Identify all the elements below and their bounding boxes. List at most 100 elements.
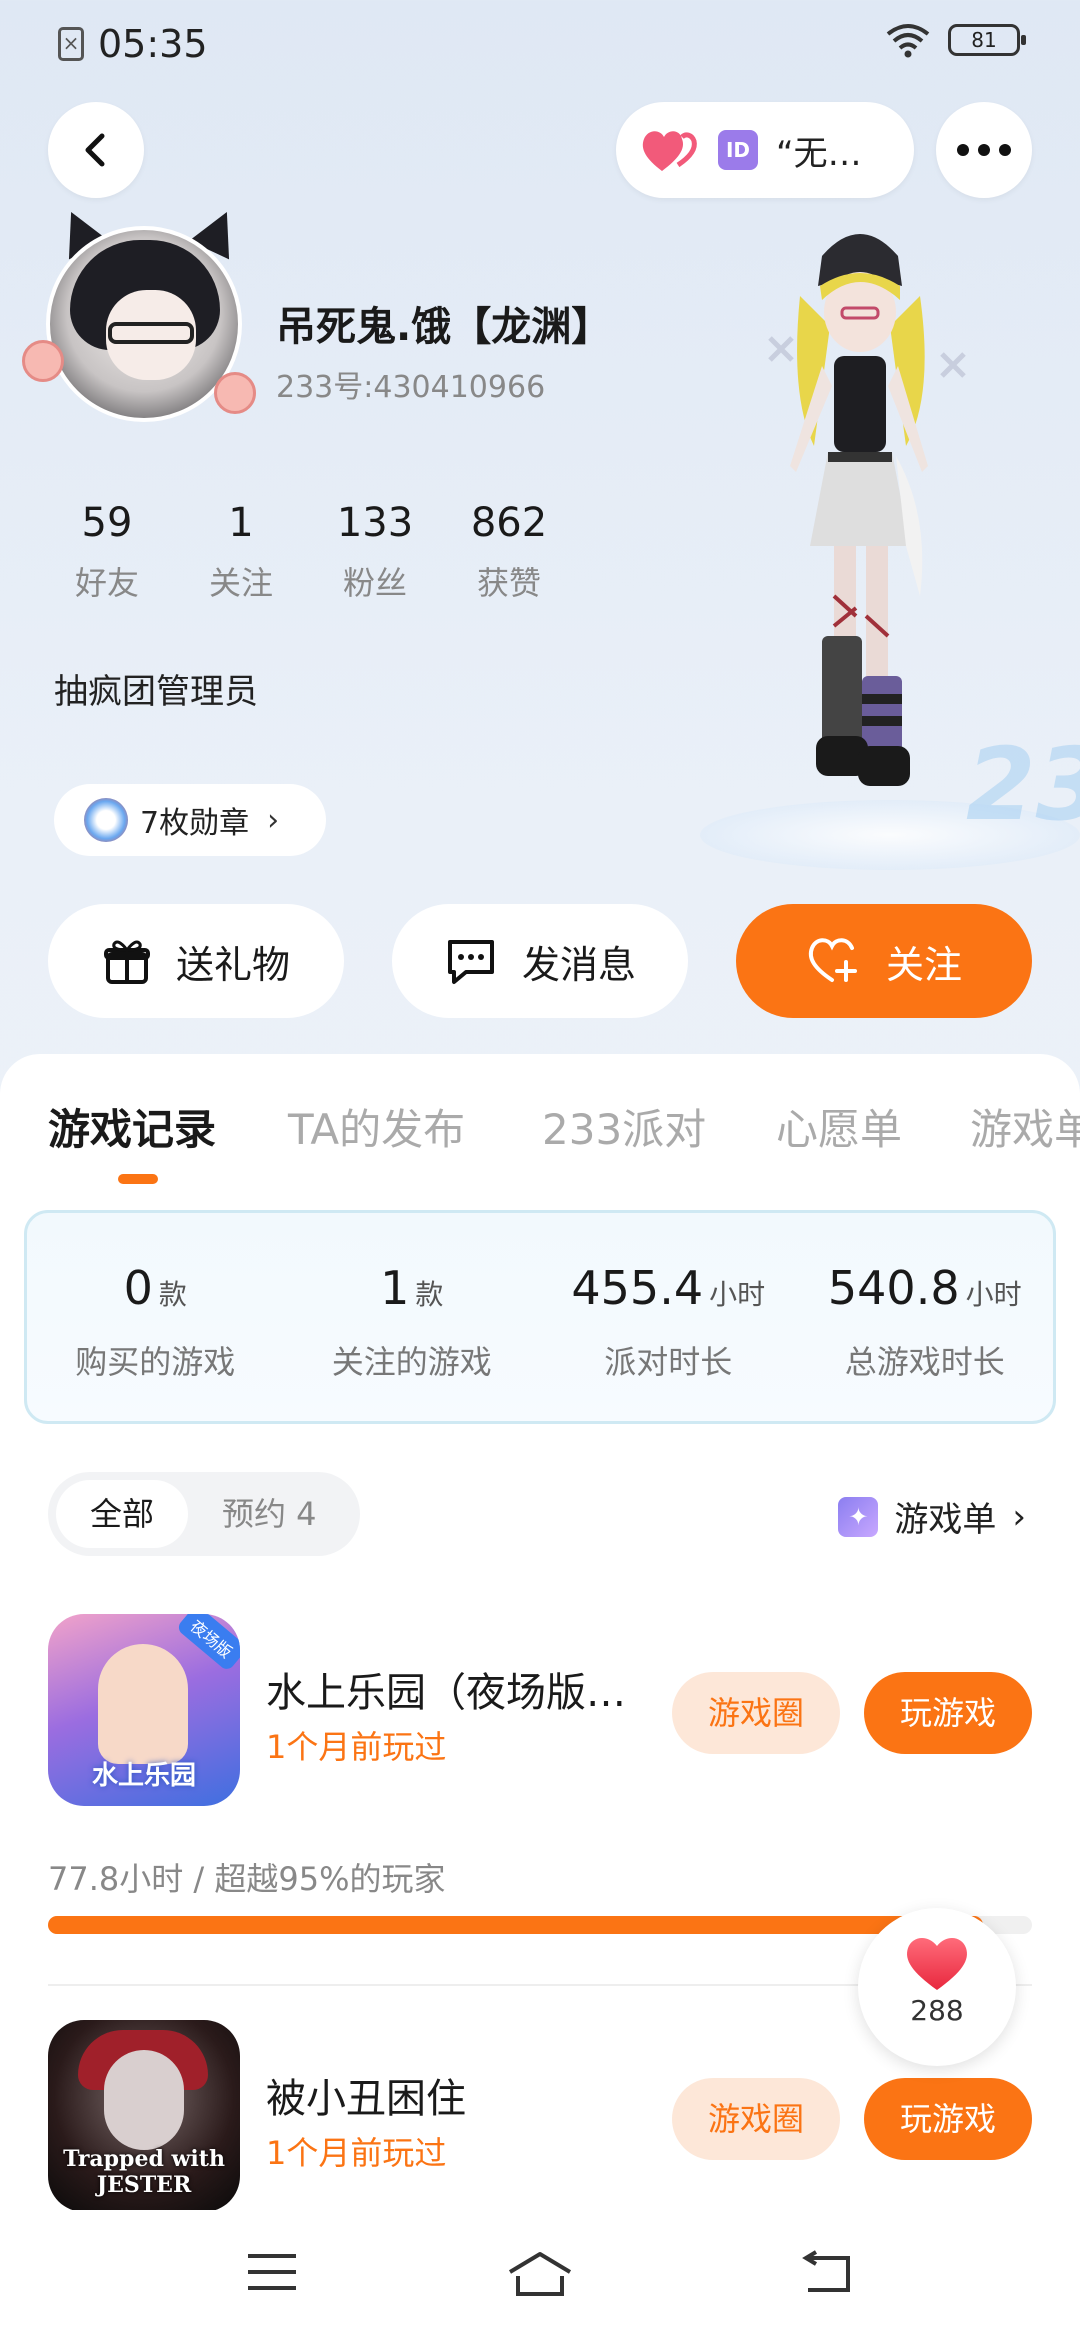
tab-game-lists[interactable]: 游戏单 xyxy=(970,1096,1080,1157)
game-last-played: 1个月前玩过 xyxy=(266,1728,447,1766)
play-game-button[interactable]: 玩游戏 xyxy=(864,1672,1032,1754)
heart-icon xyxy=(642,131,697,171)
summary-party-time[interactable]: 455.4 小时 派对时长 xyxy=(540,1213,797,1421)
game-icon-label: Trapped with JESTER xyxy=(63,2146,225,2198)
send-message-label: 发消息 xyxy=(521,942,636,987)
tab-game-records[interactable]: 游戏记录 xyxy=(48,1096,216,1157)
back-button[interactable] xyxy=(48,102,144,198)
filter-booked-button[interactable]: 预约 4 xyxy=(222,1480,317,1548)
paw-icon xyxy=(22,340,64,382)
summary-label: 关注的游戏 xyxy=(331,1343,492,1381)
profile-stats: 59 好友 1 关注 133 粉丝 862 获赞 xyxy=(40,500,576,604)
game-icon-face xyxy=(104,2050,184,2150)
stat-value: 59 xyxy=(81,500,133,546)
summary-unit: 小时 xyxy=(965,1278,1022,1311)
user-id: 233号:430410966 xyxy=(276,370,546,405)
sparkle-deco-icon xyxy=(940,352,966,378)
medals-button[interactable]: 7枚勋章 › xyxy=(54,784,326,856)
summary-value: 540.8 xyxy=(827,1261,960,1315)
stat-label: 粉丝 xyxy=(342,564,407,602)
stat-following[interactable]: 1 关注 xyxy=(174,500,308,604)
game-icon-tag: 夜场版 xyxy=(175,1614,240,1673)
playtime-progress-fill xyxy=(48,1916,983,1934)
battery-indicator: 81 xyxy=(948,24,1026,56)
game-playtime: 77.8小时 / 超越95%的玩家 xyxy=(48,1860,446,1898)
status-time: 05:35 xyxy=(98,22,208,66)
medal-icon xyxy=(84,798,128,842)
summary-label: 派对时长 xyxy=(604,1343,733,1381)
stat-value: 1 xyxy=(228,500,254,546)
username: 吊死鬼.饿【龙渊】 xyxy=(276,304,612,350)
stat-fans[interactable]: 133 粉丝 xyxy=(308,500,442,604)
sparkle-icon: ✦ xyxy=(838,1496,879,1537)
summary-value: 455.4 xyxy=(571,1261,704,1315)
medals-label: 7枚勋章 xyxy=(140,806,250,841)
id-text: “无… xyxy=(776,133,862,174)
follow-button[interactable]: 关注 xyxy=(736,904,1032,1018)
id-badge-icon: ID xyxy=(718,130,758,170)
game-circle-button[interactable]: 游戏圈 xyxy=(672,2078,840,2160)
heart-icon xyxy=(907,1937,967,1990)
avatar-glasses xyxy=(108,322,194,344)
profile-tabs: 游戏记录 TA的发布 233派对 心愿单 游戏单 xyxy=(0,1096,1080,1166)
like-button[interactable]: 288 xyxy=(858,1908,1016,2066)
summary-purchased[interactable]: 0款 购买的游戏 xyxy=(27,1213,284,1421)
id-pill[interactable]: ID “无… xyxy=(616,102,914,198)
stat-friends[interactable]: 59 好友 xyxy=(40,500,174,604)
stat-value: 862 xyxy=(470,500,548,546)
game-list-label: 游戏单 xyxy=(894,1500,997,1540)
heart-plus-icon xyxy=(808,938,857,982)
summary-unit: 款 xyxy=(158,1278,187,1311)
game-icon[interactable]: Trapped with JESTER xyxy=(48,2020,240,2212)
game-last-played: 1个月前玩过 xyxy=(266,2134,447,2172)
play-game-button[interactable]: 玩游戏 xyxy=(864,2078,1032,2160)
chevron-left-icon xyxy=(85,133,105,167)
status-bar: × 05:35 81 xyxy=(0,0,1080,90)
game-circle-button[interactable]: 游戏圈 xyxy=(672,1672,840,1754)
tab-posts[interactable]: TA的发布 xyxy=(288,1096,465,1157)
filter-all-button[interactable]: 全部 xyxy=(56,1480,188,1548)
game-icon[interactable]: 夜场版 水上乐园 xyxy=(48,1614,240,1806)
chat-bubble-icon xyxy=(447,940,494,984)
stat-value: 133 xyxy=(336,500,414,546)
more-dots-icon xyxy=(957,144,1011,156)
summary-label: 购买的游戏 xyxy=(75,1343,236,1381)
active-tab-indicator xyxy=(118,1174,158,1184)
avatar-character[interactable] xyxy=(730,216,990,836)
game-summary-card: 0款 购买的游戏 1款 关注的游戏 455.4 小时 派对时长 540.8 小时 总… xyxy=(24,1210,1056,1424)
home-icon[interactable] xyxy=(504,2250,576,2298)
summary-unit: 款 xyxy=(415,1278,444,1311)
summary-total-time[interactable]: 540.8 小时 总游戏时长 xyxy=(797,1213,1054,1421)
tab-wishlist[interactable]: 心愿单 xyxy=(776,1096,902,1157)
gift-icon xyxy=(103,940,150,984)
summary-unit: 小时 xyxy=(709,1278,766,1311)
notification-close-icon: × xyxy=(58,27,84,61)
game-icon-label: 水上乐园 xyxy=(91,1761,196,1791)
summary-value: 0 xyxy=(123,1261,153,1315)
stat-likes[interactable]: 862 获赞 xyxy=(442,500,576,604)
game-name: 水上乐园（夜场版… xyxy=(266,1670,626,1716)
follow-label: 关注 xyxy=(885,942,962,987)
avatar[interactable] xyxy=(46,226,242,422)
more-button[interactable] xyxy=(936,102,1032,198)
menu-icon[interactable] xyxy=(244,2250,300,2294)
summary-followed[interactable]: 1款 关注的游戏 xyxy=(284,1213,541,1421)
like-count: 288 xyxy=(910,1994,964,2027)
back-nav-icon[interactable] xyxy=(796,2250,856,2296)
stat-label: 关注 xyxy=(208,564,273,602)
list-item[interactable]: 夜场版 水上乐园 水上乐园（夜场版… 1个月前玩过 游戏圈 玩游戏 xyxy=(0,1614,1080,1814)
send-gift-button[interactable]: 送礼物 xyxy=(48,904,344,1018)
status-right: 81 xyxy=(884,22,1026,58)
send-gift-label: 送礼物 xyxy=(175,942,290,987)
system-nav-bar xyxy=(0,2210,1080,2340)
sparkle-deco-icon xyxy=(768,336,794,362)
send-message-button[interactable]: 发消息 xyxy=(392,904,688,1018)
summary-value: 1 xyxy=(380,1261,410,1315)
summary-label: 总游戏时长 xyxy=(844,1343,1005,1381)
wifi-icon xyxy=(886,24,930,58)
tab-233-party[interactable]: 233派对 xyxy=(542,1096,706,1157)
game-list-link[interactable]: ✦ 游戏单 › xyxy=(838,1492,1026,1541)
bio: 抽疯团管理员 xyxy=(54,672,258,712)
game-name: 被小丑困住 xyxy=(266,2076,466,2122)
game-icon-figure xyxy=(98,1644,188,1764)
